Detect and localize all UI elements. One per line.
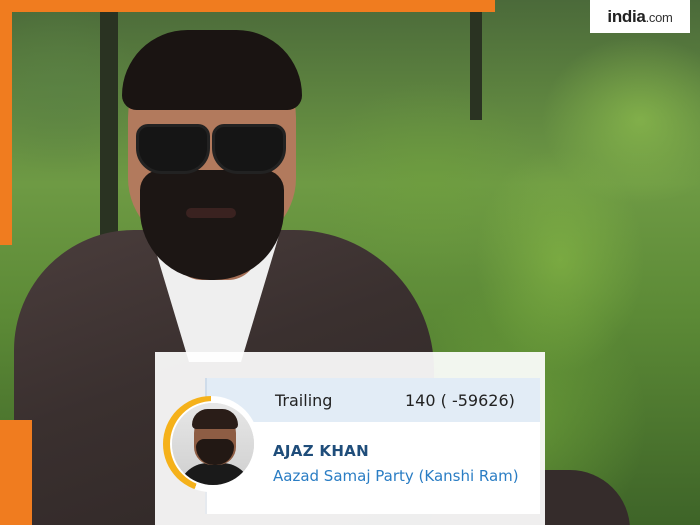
frame-top-bar xyxy=(0,0,495,12)
mouth xyxy=(186,208,236,218)
background-post xyxy=(470,0,482,120)
candidate-name: AJAZ KHAN xyxy=(273,442,369,460)
frame-left-bar xyxy=(0,0,12,245)
logo-text: india.com xyxy=(607,6,673,26)
background-post xyxy=(100,0,118,240)
avatar-hair xyxy=(192,409,238,429)
hair xyxy=(122,30,302,110)
sunglasses xyxy=(130,124,290,176)
status-value: 140 ( -59626) xyxy=(405,390,515,410)
left-lens xyxy=(136,124,210,174)
status-label: Trailing xyxy=(275,390,333,410)
frame-left-bottom-bar xyxy=(0,420,32,525)
right-lens xyxy=(212,124,286,174)
party-name: Aazad Samaj Party (Kanshi Ram) xyxy=(273,467,519,485)
status-row: Trailing 140 ( -59626) xyxy=(205,378,540,422)
india-com-logo[interactable]: india.com xyxy=(590,0,690,33)
avatar xyxy=(170,401,256,487)
